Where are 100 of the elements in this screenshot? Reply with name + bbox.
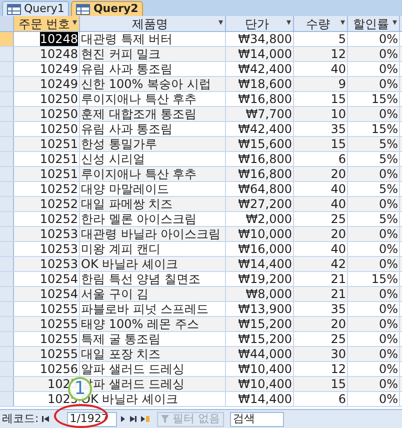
row-selector[interactable] (0, 212, 14, 226)
table-cell: 35 (330, 122, 346, 136)
table-cell: 10252 (40, 197, 78, 211)
row-selector[interactable] (0, 47, 14, 61)
row-selector[interactable] (0, 332, 14, 346)
table-cell: 35 (330, 302, 346, 316)
table-cell: 서울 구이 김 (81, 287, 149, 301)
table-cell: 12 (330, 47, 346, 61)
row-selector[interactable] (0, 167, 14, 181)
column-header[interactable]: 제품명 ▾ (80, 16, 226, 31)
datasheet-icon (76, 4, 90, 14)
row-selector[interactable] (0, 197, 14, 211)
table-cell: 0% (378, 362, 398, 376)
table-cell: ₩7,700 (246, 107, 292, 121)
table-cell: 10255 (40, 347, 78, 361)
highlight-ellipse (54, 404, 108, 428)
row-selector[interactable] (0, 227, 14, 241)
table-cell: 태양 100% 레몬 주스 (81, 317, 199, 331)
table-cell: 미왕 계피 캔디 (81, 242, 161, 256)
table-cell: 20 (330, 317, 346, 331)
query-tab[interactable]: Query1 (2, 1, 70, 16)
table-cell: ₩15,600 (238, 137, 292, 151)
table-cell: 10254 (40, 272, 78, 286)
table-cell: ₩16,000 (238, 242, 292, 256)
row-selector[interactable] (0, 92, 14, 106)
row-selector[interactable] (0, 32, 14, 46)
row-selector[interactable] (0, 242, 14, 256)
row-selector[interactable] (0, 317, 14, 331)
search-field[interactable]: 검색 (230, 412, 284, 426)
table-cell: 5% (378, 182, 398, 196)
table-cell: 0% (378, 257, 398, 271)
table-cell: ₩10,400 (238, 377, 292, 391)
table-cell: 0% (378, 167, 398, 181)
table-cell: 10249 (40, 62, 78, 76)
next-record-icon[interactable] (120, 415, 126, 423)
table-cell: 0% (378, 62, 398, 76)
row-selector[interactable] (0, 77, 14, 91)
table-cell: ₩15,200 (238, 332, 292, 346)
table-cell: 0% (378, 317, 398, 331)
row-selector[interactable] (0, 152, 14, 166)
row-selector[interactable] (0, 122, 14, 136)
table-cell: 신성 시리얼 (81, 152, 145, 166)
table-cell: 10249 (40, 77, 78, 91)
table-cell: 15% (371, 272, 398, 286)
column-header[interactable]: 수량 ▾ (294, 16, 348, 31)
table-cell: 10250 (40, 107, 78, 121)
table-cell: 0% (378, 347, 398, 361)
table-cell: 0% (378, 377, 398, 391)
table-cell: 특제 굴 통조림 (81, 332, 161, 346)
table-cell: 10250 (40, 92, 78, 106)
table-cell: 한성 통밀가루 (81, 137, 157, 151)
row-selector[interactable] (0, 362, 14, 376)
table-cell: ₩8,000 (246, 287, 292, 301)
row-selector[interactable] (0, 62, 14, 76)
row-selector[interactable] (0, 257, 14, 271)
table-cell: 대양 마말레이드 (81, 182, 169, 196)
table-cell: ₩13,900 (238, 302, 292, 316)
table-cell: 15 (330, 137, 346, 151)
row-selector[interactable] (0, 272, 14, 286)
table-cell: ₩10,000 (238, 227, 292, 241)
row-selector[interactable] (0, 392, 14, 406)
new-record-icon[interactable] (140, 415, 150, 423)
table-cell: OK 바닐라 셰이크 (81, 257, 178, 271)
column-header[interactable]: 할인률 ▾ (348, 16, 400, 31)
row-selector[interactable] (0, 137, 14, 151)
row-selector[interactable] (0, 302, 14, 316)
first-record-icon[interactable] (42, 415, 50, 423)
table-cell: ₩42,400 (238, 62, 292, 76)
row-selector[interactable] (0, 287, 14, 301)
table-cell: 25 (330, 332, 346, 346)
table-cell: 0% (378, 32, 398, 46)
table-cell: 20 (330, 227, 346, 241)
last-record-icon[interactable] (128, 415, 137, 423)
table-cell: 20 (330, 167, 346, 181)
row-selector[interactable] (0, 377, 14, 391)
table-cell: 6 (338, 152, 346, 166)
table-cell: 0% (378, 197, 398, 211)
table-cell: 대관령 바닐라 아이스크림 (81, 227, 221, 241)
table-cell: ₩64,800 (238, 182, 292, 196)
table-cell: 0% (378, 242, 398, 256)
query-tab[interactable]: Query2 (71, 1, 144, 16)
table-cell: 대관령 특제 버터 (81, 32, 173, 46)
select-all-corner[interactable] (0, 16, 14, 31)
column-header[interactable]: 주문 번호 ▾ (14, 16, 80, 31)
row-selector[interactable] (0, 347, 14, 361)
table-cell: 10251 (40, 152, 78, 166)
row-selector[interactable] (0, 182, 14, 196)
table-cell: 5% (378, 152, 398, 166)
table-cell: 10252 (40, 182, 78, 196)
table-cell: 5% (378, 137, 398, 151)
row-selector[interactable] (0, 107, 14, 121)
table-cell: 5% (378, 212, 398, 226)
table-cell: 15 (330, 377, 346, 391)
table-cell: 10256 (40, 362, 78, 376)
table-cell: ₩44,000 (238, 347, 292, 361)
table-cell: ₩14,400 (238, 257, 292, 271)
table-cell: 훈제 대합조개 통조림 (81, 107, 197, 121)
column-header[interactable]: 단가 ▾ (226, 16, 294, 31)
table-cell: 0% (378, 107, 398, 121)
table-cell: 6 (338, 392, 346, 406)
